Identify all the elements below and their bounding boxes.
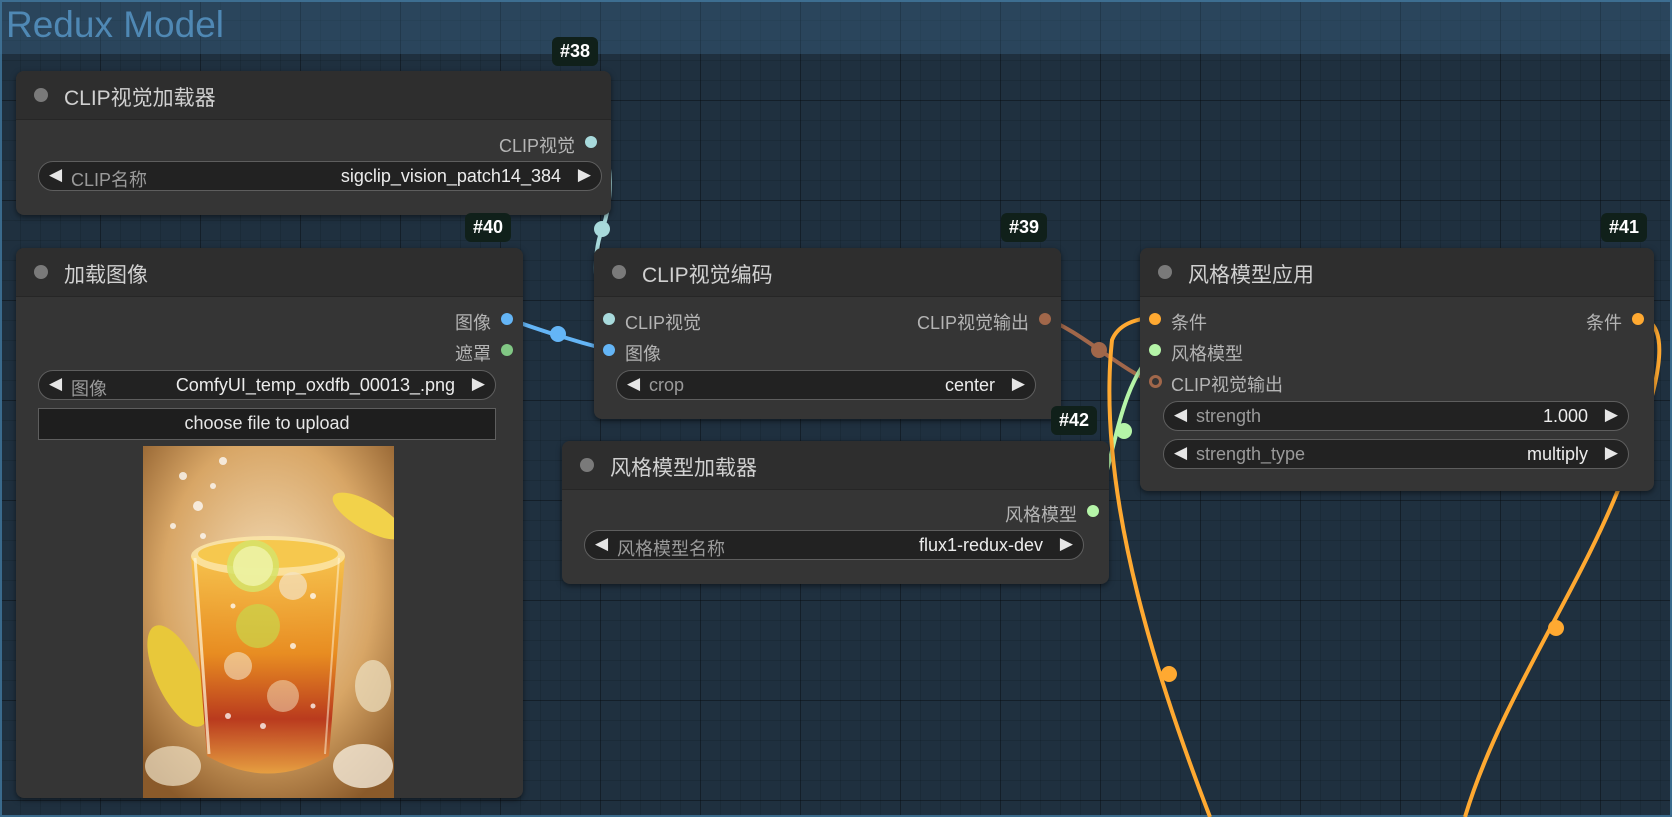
decrement-arrow-icon[interactable]: ◀ [1174, 443, 1187, 463]
port-label: CLIP视觉输出 [916, 313, 1029, 333]
widget-value: sigclip_vision_patch14_384 [340, 166, 561, 186]
port-label: 遮罩 [455, 344, 491, 364]
port-label: 图像 [455, 313, 491, 333]
collapse-dot[interactable] [34, 88, 48, 102]
port-label: 条件 [1586, 313, 1622, 333]
increment-arrow-icon[interactable]: ▶ [1605, 443, 1618, 463]
image-file-combo[interactable]: ◀ 图像 ComfyUI_temp_oxdfb_00013_.png ▶ [38, 370, 496, 400]
decrement-arrow-icon[interactable]: ◀ [595, 534, 608, 554]
widget-label: 图像 [71, 379, 107, 399]
node-header[interactable]: 加载图像 [16, 248, 523, 297]
clip-name-combo[interactable]: ◀ CLIP名称 sigclip_vision_patch14_384 ▶ [38, 161, 602, 191]
widget-label: strength [1196, 406, 1262, 426]
input-style-model[interactable]: 风格模型 [1149, 340, 1243, 366]
collapse-dot[interactable] [34, 265, 48, 279]
widget-value: multiply [1526, 444, 1588, 464]
input-port-dot[interactable] [1149, 344, 1161, 356]
node-header[interactable]: 风格模型应用 [1140, 248, 1654, 297]
input-port-dot[interactable] [1149, 375, 1162, 388]
increment-arrow-icon[interactable]: ▶ [1060, 534, 1073, 554]
output-port-dot[interactable] [501, 313, 513, 325]
group-title-bar[interactable]: Redux Model [0, 0, 1672, 54]
increment-arrow-icon[interactable]: ▶ [1012, 374, 1025, 394]
collapse-dot[interactable] [612, 265, 626, 279]
node-id-badge: #38 [552, 37, 599, 66]
increment-arrow-icon[interactable]: ▶ [472, 374, 485, 394]
input-clip-vision-output[interactable]: CLIP视觉输出 [1149, 371, 1283, 397]
node-header[interactable]: 风格模型加载器 [562, 441, 1109, 490]
iced-tea-glass-icon [143, 446, 394, 798]
input-clip-vision[interactable]: CLIP视觉 [603, 309, 701, 335]
node-style-model-loader[interactable]: 风格模型加载器 风格模型 ◀ 风格模型名称 flux1-redux-dev ▶ [562, 441, 1109, 584]
output-port-dot[interactable] [585, 136, 597, 148]
widget-value: ComfyUI_temp_oxdfb_00013_.png [175, 375, 455, 395]
node-title: 加载图像 [64, 264, 148, 287]
output-port-dot[interactable] [1632, 313, 1644, 325]
node-id-badge: #39 [1001, 213, 1048, 242]
decrement-arrow-icon[interactable]: ◀ [49, 165, 62, 185]
crop-combo[interactable]: ◀ crop center ▶ [616, 370, 1036, 400]
widget-value: center [944, 375, 995, 395]
port-label: CLIP视觉输出 [1171, 375, 1284, 395]
input-conditioning[interactable]: 条件 [1149, 309, 1207, 335]
node-id-badge: #40 [465, 213, 512, 242]
output-conditioning[interactable]: 条件 [1586, 309, 1644, 335]
node-id-badge: #41 [1601, 213, 1648, 242]
increment-arrow-icon[interactable]: ▶ [1605, 405, 1618, 425]
widget-label: 风格模型名称 [617, 539, 725, 559]
port-label: 风格模型 [1171, 344, 1243, 364]
strength-type-combo[interactable]: ◀ strength_type multiply ▶ [1163, 439, 1629, 469]
port-label: 风格模型 [1005, 505, 1077, 525]
widget-value: 1.000 [1542, 406, 1588, 426]
output-port-dot[interactable] [1039, 313, 1051, 325]
strength-number[interactable]: ◀ strength 1.000 ▶ [1163, 401, 1629, 431]
style-model-name-combo[interactable]: ◀ 风格模型名称 flux1-redux-dev ▶ [584, 530, 1084, 560]
decrement-arrow-icon[interactable]: ◀ [1174, 405, 1187, 425]
node-title: 风格模型应用 [1188, 264, 1314, 287]
image-preview [143, 446, 394, 798]
decrement-arrow-icon[interactable]: ◀ [627, 374, 640, 394]
output-mask[interactable]: 遮罩 [455, 340, 513, 366]
output-style-model[interactable]: 风格模型 [1005, 501, 1099, 527]
input-port-dot[interactable] [603, 344, 615, 356]
input-port-dot[interactable] [1149, 313, 1161, 325]
widget-value: flux1-redux-dev [918, 535, 1043, 555]
node-header[interactable]: CLIP视觉加载器 [16, 71, 611, 120]
upload-button[interactable]: choose file to upload [38, 408, 496, 440]
port-label: 图像 [625, 344, 661, 364]
output-image[interactable]: 图像 [455, 309, 513, 335]
port-label: 条件 [1171, 313, 1207, 333]
output-port-dot[interactable] [1087, 505, 1099, 517]
output-clip-vision[interactable]: CLIP视觉 [499, 132, 597, 158]
node-clip-vision-encode[interactable]: CLIP视觉编码 CLIP视觉 图像 CLIP视觉输出 ◀ crop cente… [594, 248, 1061, 419]
node-header[interactable]: CLIP视觉编码 [594, 248, 1061, 297]
node-title: 风格模型加载器 [610, 457, 757, 480]
collapse-dot[interactable] [580, 458, 594, 472]
input-image[interactable]: 图像 [603, 340, 661, 366]
widget-label: strength_type [1196, 444, 1306, 464]
node-title: CLIP视觉编码 [642, 264, 773, 287]
node-id-badge: #42 [1051, 406, 1098, 435]
input-port-dot[interactable] [603, 313, 615, 325]
widget-label: crop [649, 375, 685, 395]
port-label: CLIP视觉 [625, 313, 702, 333]
increment-arrow-icon[interactable]: ▶ [578, 165, 591, 185]
node-load-image[interactable]: 加载图像 图像 遮罩 ◀ 图像 ComfyUI_temp_oxdfb_00013… [16, 248, 523, 798]
output-clip-vision-output[interactable]: CLIP视觉输出 [917, 309, 1051, 335]
output-port-dot[interactable] [501, 344, 513, 356]
node-title: CLIP视觉加载器 [64, 87, 216, 110]
decrement-arrow-icon[interactable]: ◀ [49, 374, 62, 394]
node-style-model-apply[interactable]: 风格模型应用 条件 风格模型 CLIP视觉输出 条件 ◀ strength 1.… [1140, 248, 1654, 491]
port-label: CLIP视觉 [498, 136, 575, 156]
widget-label: CLIP名称 [71, 170, 148, 190]
collapse-dot[interactable] [1158, 265, 1172, 279]
node-clip-vision-loader[interactable]: CLIP视觉加载器 CLIP视觉 ◀ CLIP名称 sigclip_vision… [16, 71, 611, 215]
group-title: Redux Model [6, 4, 225, 45]
